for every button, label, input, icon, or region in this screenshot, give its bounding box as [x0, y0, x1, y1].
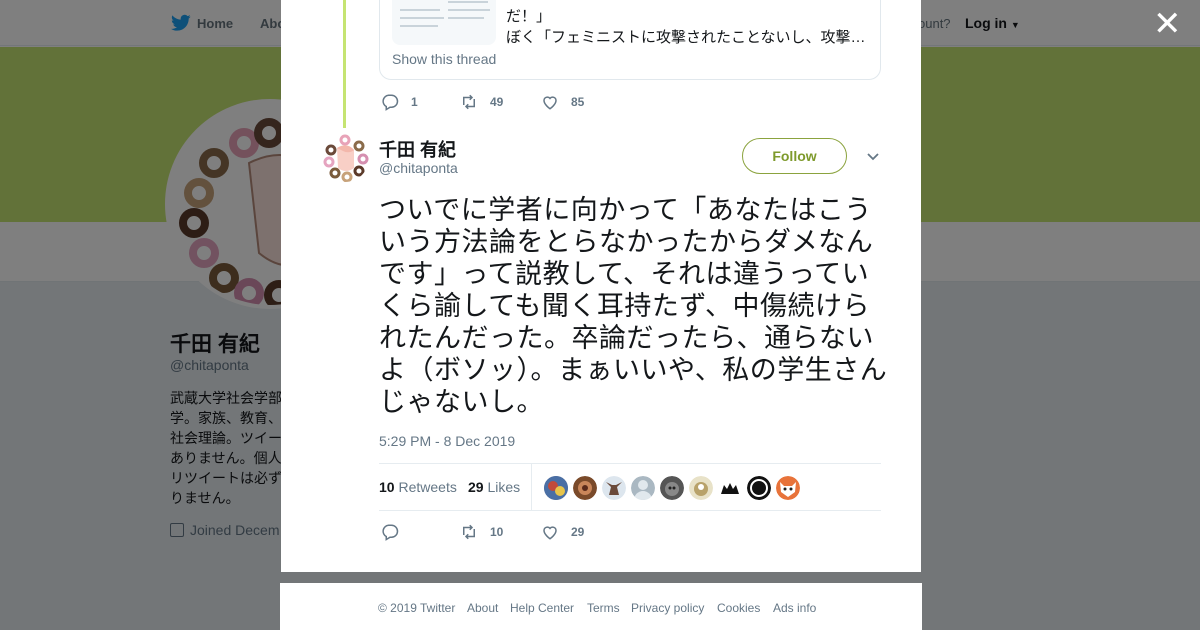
quoted-tweet-card[interactable]: だ！」 ぼく「フェミニストに攻撃されたことないし、攻撃… Show this t…	[379, 0, 881, 80]
thread-connector-line	[343, 0, 346, 128]
show-thread-link[interactable]: Show this thread	[392, 51, 496, 67]
follow-button[interactable]: Follow	[742, 138, 847, 174]
liker-avatar[interactable]	[776, 476, 800, 500]
retweet-button[interactable]: 49	[460, 92, 503, 112]
like-icon	[543, 96, 557, 110]
retweet-count: 49	[490, 95, 504, 109]
liker-avatar[interactable]	[602, 476, 626, 500]
like-button[interactable]: 85	[541, 92, 584, 112]
liker-avatar[interactable]	[689, 476, 713, 500]
tweet-author-handle[interactable]: @chitaponta	[379, 160, 458, 176]
footer-link-help-center[interactable]: Help Center	[510, 601, 574, 615]
likes-stat-label: Likes	[487, 479, 521, 495]
liker-avatar[interactable]	[631, 476, 655, 500]
likes-stat[interactable]: 29 Likes	[468, 479, 520, 495]
like-count: 29	[571, 525, 585, 539]
reply-icon	[382, 94, 399, 111]
previous-tweet-actions: 1 49 85	[381, 92, 681, 112]
liker-avatar[interactable]	[573, 476, 597, 500]
stats-divider	[531, 464, 532, 511]
like-button[interactable]: 29	[541, 522, 584, 542]
tweet-text: ついでに学者に向かって「あなたはこういう方法論をとらなかったからダメなんです」っ…	[379, 195, 888, 418]
retweet-count: 10	[490, 525, 504, 539]
footer-link-cookies[interactable]: Cookies	[717, 601, 760, 615]
retweet-icon	[463, 524, 475, 540]
tweet-permalink-modal: だ！」 ぼく「フェミニストに攻撃されたことないし、攻撃… Show this t…	[281, 0, 921, 572]
chevron-down-icon[interactable]	[865, 148, 881, 164]
tweet-timestamp[interactable]: 5:29 PM - 8 Dec 2019	[379, 433, 515, 449]
liker-avatar[interactable]	[660, 476, 684, 500]
like-icon	[543, 526, 557, 540]
close-icon[interactable]: ✕	[1153, 7, 1182, 41]
retweets-stat-count: 10	[379, 479, 395, 495]
footer-link-about[interactable]: About	[467, 601, 498, 615]
liker-avatar[interactable]	[544, 476, 568, 500]
tweet-actions: 10 29	[381, 522, 681, 542]
avatar[interactable]	[321, 134, 369, 182]
footer-link-terms[interactable]: Terms	[587, 601, 620, 615]
avatar-illustration	[321, 134, 369, 182]
quoted-tweet-image	[392, 0, 496, 45]
quoted-tweet-text: ぼく「フェミニストに攻撃されたことないし、攻撃…	[506, 29, 866, 46]
like-count: 85	[571, 95, 585, 109]
modal-footer: © 2019 Twitter About Help Center Terms P…	[280, 583, 922, 630]
footer-link-privacy[interactable]: Privacy policy	[631, 601, 704, 615]
footer-link-ads-info[interactable]: Ads info	[773, 601, 816, 615]
footer-copyright: © 2019 Twitter	[378, 601, 456, 615]
retweet-button[interactable]: 10	[460, 522, 503, 542]
tweet-author-name[interactable]: 千田 有紀	[379, 136, 456, 162]
likes-stat-count: 29	[468, 479, 484, 495]
reply-count: 1	[411, 95, 418, 109]
reply-icon	[382, 524, 399, 541]
retweet-icon	[463, 94, 475, 110]
quoted-tweet-text: だ！」	[506, 8, 552, 25]
liker-avatar[interactable]	[747, 476, 771, 500]
tweet-stats: 10 Retweets 29 Likes	[379, 463, 881, 511]
reply-button[interactable]	[381, 522, 411, 542]
reply-button[interactable]: 1	[381, 92, 418, 112]
retweets-stat[interactable]: 10 Retweets	[379, 479, 457, 495]
liker-avatar[interactable]	[718, 476, 742, 500]
retweets-stat-label: Retweets	[398, 479, 457, 495]
